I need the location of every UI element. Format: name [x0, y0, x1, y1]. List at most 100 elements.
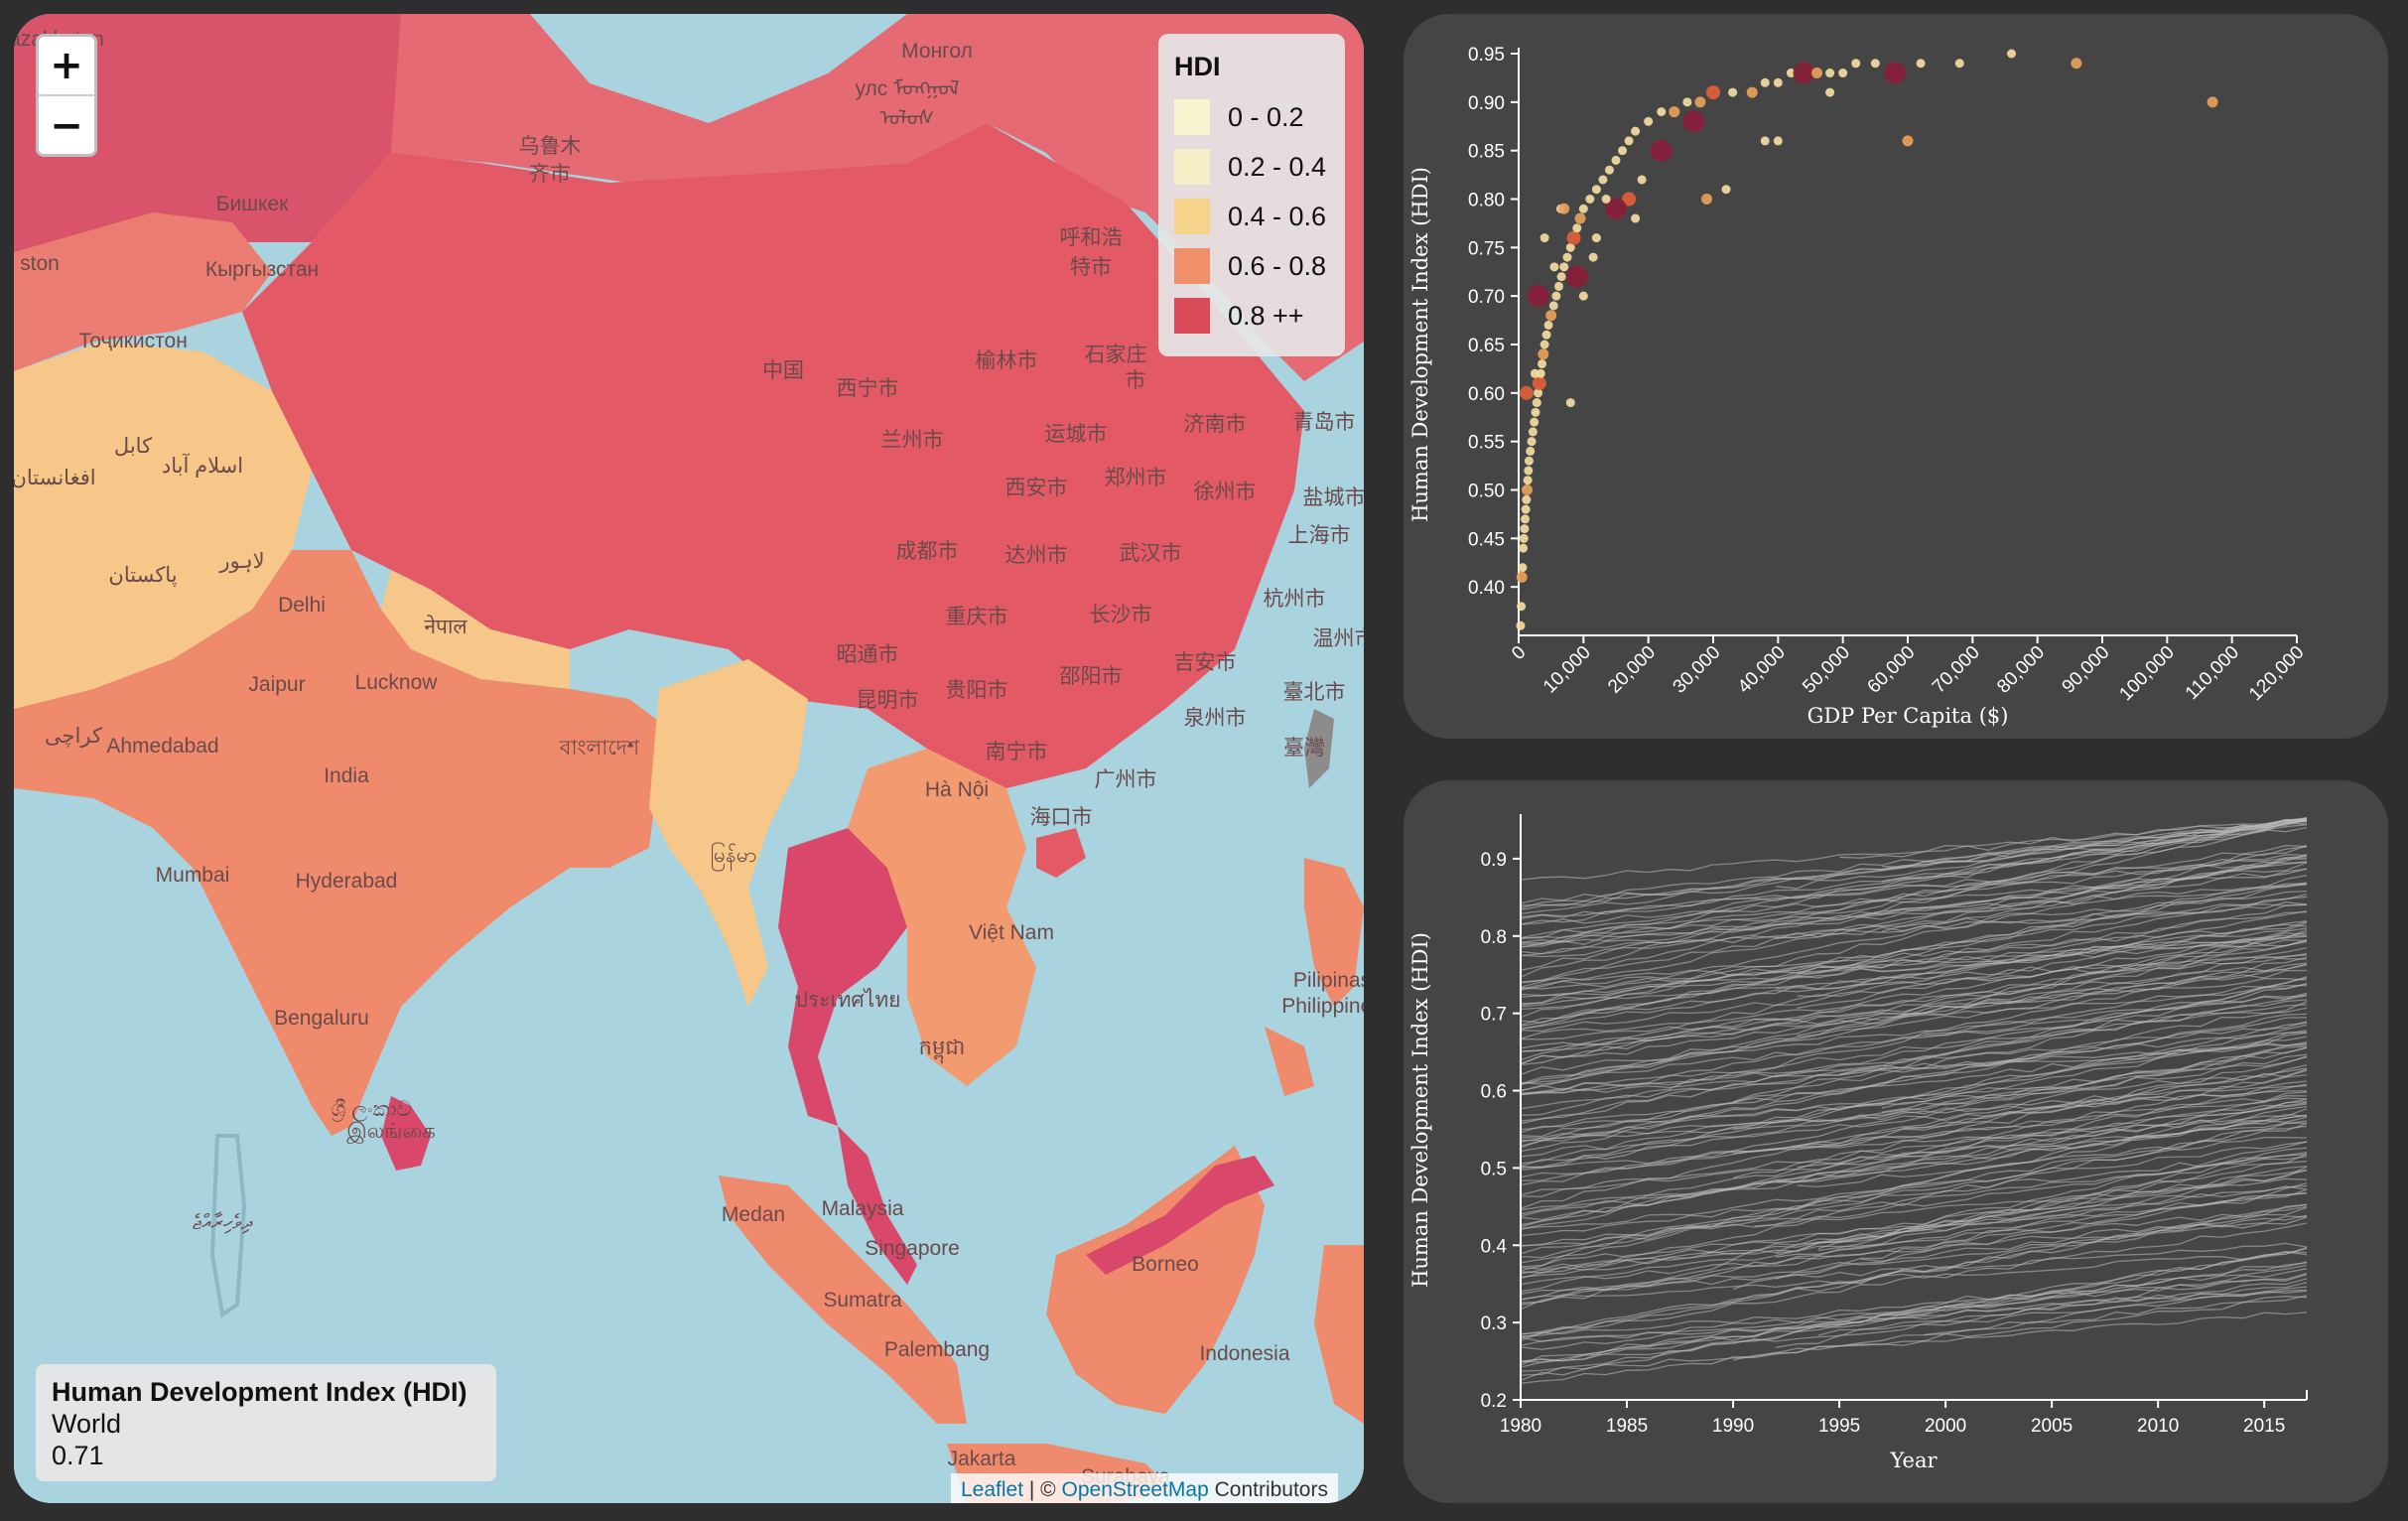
scatter-point[interactable]	[1519, 543, 1529, 553]
scatter-point[interactable]	[1565, 265, 1588, 288]
scatter-point[interactable]	[1650, 139, 1672, 162]
scatter-point[interactable]	[1562, 252, 1572, 262]
scatter-point[interactable]	[1700, 194, 1712, 205]
scatter-point[interactable]	[1516, 571, 1528, 583]
scatter-point[interactable]	[1631, 126, 1641, 136]
scatter-point[interactable]	[1518, 563, 1528, 573]
scatter-point[interactable]	[1549, 262, 1559, 272]
scatter-point[interactable]	[1588, 252, 1598, 262]
scatter-point[interactable]	[1883, 62, 1906, 84]
scatter-point[interactable]	[1773, 77, 1783, 87]
scatter-point[interactable]	[1538, 348, 1549, 360]
scatter-point[interactable]	[1551, 291, 1561, 301]
scatter-point[interactable]	[1531, 407, 1540, 417]
scatter-point[interactable]	[1578, 291, 1588, 301]
scatter-point[interactable]	[1521, 514, 1531, 524]
scatter-point[interactable]	[1527, 285, 1549, 308]
scatter-point[interactable]	[1519, 533, 1529, 543]
scatter-point[interactable]	[1528, 427, 1538, 437]
scatter-point[interactable]	[1721, 185, 1731, 195]
scatter-point[interactable]	[1669, 106, 1680, 118]
scatter-point[interactable]	[1694, 96, 1706, 108]
scatter-point[interactable]	[1538, 359, 1547, 369]
map-place-label: 长沙市	[1090, 604, 1152, 626]
scatter-point[interactable]	[1530, 368, 1539, 378]
scatter-point[interactable]	[1657, 107, 1667, 117]
zoom-out-button[interactable]: −	[39, 96, 94, 154]
scatter-point[interactable]	[1631, 213, 1641, 223]
scatter-point[interactable]	[1566, 230, 1581, 245]
scatter-point[interactable]	[1851, 59, 1861, 69]
hdi-series-line[interactable]	[1520, 1191, 2308, 1301]
scatter-point[interactable]	[2007, 49, 2017, 59]
scatter-point[interactable]	[1574, 212, 1586, 224]
hdi-series-line[interactable]	[1520, 1113, 2308, 1169]
scatter-point[interactable]	[1524, 456, 1534, 466]
scatter-point[interactable]	[1526, 446, 1536, 456]
scatter-point[interactable]	[1870, 59, 1880, 69]
scatter-point[interactable]	[1760, 136, 1770, 146]
zoom-in-button[interactable]: +	[39, 37, 94, 96]
scatter-point[interactable]	[1811, 68, 1823, 79]
scatter-point[interactable]	[1825, 69, 1835, 78]
scatter-point[interactable]	[1539, 233, 1549, 243]
scatter-point[interactable]	[2207, 96, 2218, 108]
scatter-point[interactable]	[1554, 281, 1564, 291]
scatter-point[interactable]	[1746, 86, 1758, 98]
scatter-point[interactable]	[1532, 398, 1541, 408]
scatter-point[interactable]	[1558, 203, 1570, 214]
scatter-point[interactable]	[1516, 621, 1526, 630]
scatter-point[interactable]	[1902, 135, 1914, 147]
scatter-point[interactable]	[1521, 504, 1531, 514]
hdi-series-line[interactable]	[1520, 1156, 2308, 1247]
scatter-point[interactable]	[1598, 175, 1608, 185]
scatter-point[interactable]	[1520, 524, 1530, 534]
scatter-point[interactable]	[1591, 185, 1601, 195]
scatter-point[interactable]	[1604, 165, 1614, 175]
hdi-series-line[interactable]	[1520, 855, 2308, 984]
scatter-point[interactable]	[1644, 116, 1654, 126]
scatter-point[interactable]	[1541, 330, 1551, 340]
scatter-point[interactable]	[1523, 476, 1533, 485]
scatter-point[interactable]	[1522, 494, 1532, 504]
scatter-point[interactable]	[1624, 136, 1634, 146]
scatter-point[interactable]	[1517, 602, 1527, 612]
scatter-point[interactable]	[1954, 59, 1964, 69]
scatter-point[interactable]	[1637, 175, 1647, 185]
scatter-point[interactable]	[1559, 262, 1569, 272]
scatter-point[interactable]	[1548, 301, 1558, 311]
scatter-point[interactable]	[1916, 59, 1926, 69]
leaflet-link[interactable]: Leaflet	[961, 1478, 1023, 1501]
scatter-point[interactable]	[1760, 77, 1770, 87]
scatter-point[interactable]	[1825, 87, 1835, 97]
map-view[interactable]: Монгол улс ᠮᠣᠩᠭᠣᠯ ᠤᠯᠤᠰ 乌鲁木 齐市 Бишкек Кыргызста…	[14, 14, 1364, 1503]
scatter-point[interactable]	[1519, 385, 1534, 400]
hdi-series-line[interactable]	[1520, 1184, 2308, 1278]
scatter-point[interactable]	[1545, 310, 1557, 322]
scatter-point[interactable]	[1611, 155, 1621, 165]
scatter-point[interactable]	[1601, 195, 1611, 204]
scatter-point[interactable]	[1728, 87, 1738, 97]
scatter-point[interactable]	[1585, 195, 1595, 204]
scatter-point[interactable]	[1572, 223, 1582, 233]
scatter-point[interactable]	[1706, 85, 1720, 100]
scatter-point[interactable]	[1773, 136, 1783, 146]
osm-link[interactable]: OpenStreetMap	[1062, 1478, 1209, 1501]
scatter-point[interactable]	[1618, 146, 1628, 156]
scatter-point[interactable]	[1521, 484, 1533, 495]
scatter-point[interactable]	[1578, 204, 1588, 213]
scatter-point[interactable]	[1524, 466, 1534, 476]
scatter-point[interactable]	[1556, 272, 1566, 282]
scatter-point[interactable]	[1543, 320, 1553, 330]
scatter-point[interactable]	[1682, 97, 1692, 107]
scatter-point[interactable]	[1591, 233, 1601, 243]
scatter-point[interactable]	[1539, 340, 1549, 349]
scatter-point[interactable]	[2071, 58, 2082, 69]
scatter-point[interactable]	[1530, 417, 1539, 427]
scatter-point[interactable]	[1838, 69, 1848, 78]
scatter-point[interactable]	[1527, 437, 1537, 447]
hdi-series-line[interactable]	[1520, 1289, 2308, 1363]
scatter-point[interactable]	[1565, 398, 1575, 408]
scatter-point[interactable]	[1532, 376, 1546, 391]
scatter-point[interactable]	[1682, 110, 1705, 133]
